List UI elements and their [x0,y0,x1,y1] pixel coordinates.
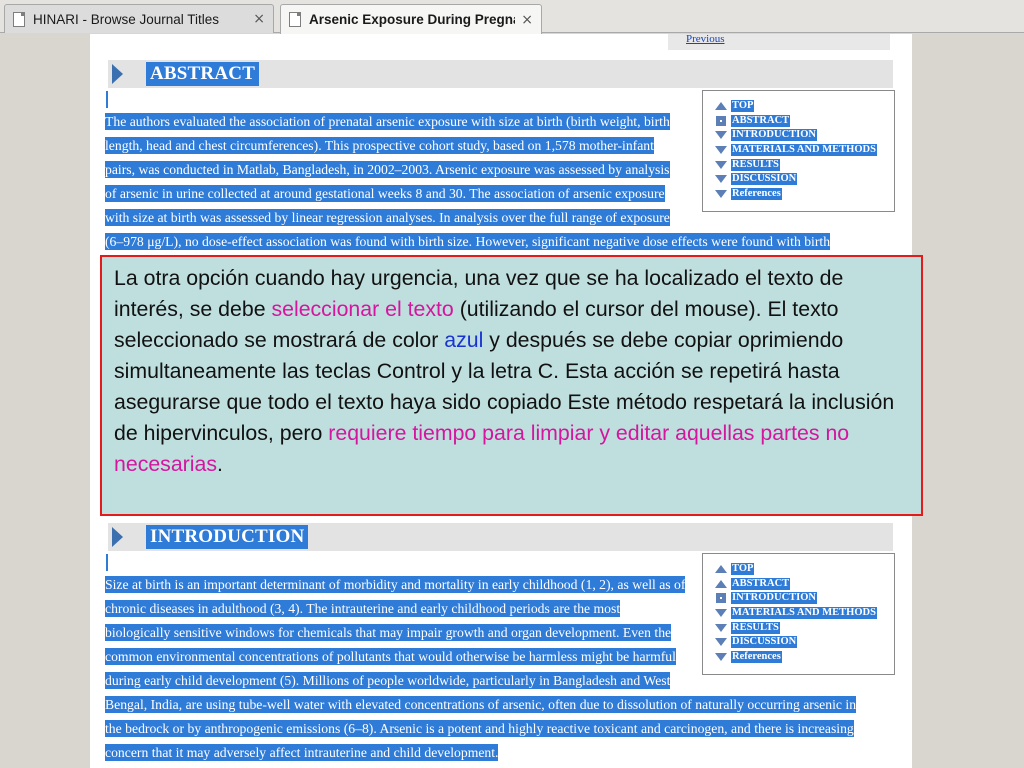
tab-title: HINARI - Browse Journal Titles [33,11,220,27]
section-arrow-icon [112,527,123,547]
arrow-up-icon [715,579,727,589]
text-line: Bengal, India, are using tube-well water… [105,696,857,713]
browser-tab-bar: HINARI - Browse Journal Titles × Arsenic… [0,0,1024,34]
introduction-toc-box: TOP ABSTRACT INTRODUCTION MATERIALS AND … [702,553,895,675]
toc-item-results[interactable]: RESULTS [715,157,894,172]
toc-item-materials[interactable]: MATERIALS AND METHODS [715,606,894,621]
selection-start-marker [106,91,108,108]
arrow-down-icon [715,189,727,199]
close-icon[interactable]: × [253,11,265,27]
toc-item-references[interactable]: References [715,650,894,665]
page-icon [13,11,25,27]
close-icon[interactable]: × [521,12,533,28]
text-line: concern that it may adversely affect int… [105,744,499,761]
toc-item-discussion[interactable]: DISCUSSION [715,172,894,187]
toc-item-materials[interactable]: MATERIALS AND METHODS [715,143,894,158]
arrow-down-icon [715,652,727,662]
previous-link[interactable]: Previous [686,34,725,45]
toc-item-discussion[interactable]: DISCUSSION [715,635,894,650]
abstract-toc-box: TOP ABSTRACT INTRODUCTION MATERIALS AND … [702,90,895,212]
toc-item-references[interactable]: References [715,187,894,202]
arrow-down-icon [715,608,727,618]
introduction-section-header: INTRODUCTION [108,523,893,551]
arrow-down-icon [715,637,727,647]
arrow-up-icon [715,564,727,574]
page-icon [289,12,301,27]
toc-item-introduction[interactable]: INTRODUCTION [715,591,894,606]
arrow-down-icon [715,130,727,140]
callout-highlight-select: seleccionar el texto [271,297,454,321]
tab-hinari-browse[interactable]: HINARI - Browse Journal Titles × [4,4,274,33]
abstract-section-header: ABSTRACT [108,60,893,88]
section-arrow-icon [112,64,123,84]
arrow-down-icon [715,160,727,170]
toc-item-abstract[interactable]: ABSTRACT [715,114,894,129]
section-title: INTRODUCTION [146,525,309,549]
text-line: The authors evaluated the association of… [105,113,670,130]
tab-title: Arsenic Exposure During Pregnan... [309,12,515,27]
arrow-up-icon [715,101,727,111]
arrow-down-icon [715,145,727,155]
callout-highlight-blue: azul [444,328,484,352]
current-section-icon [715,115,727,126]
tab-arsenic-exposure[interactable]: Arsenic Exposure During Pregnan... × [280,4,542,34]
text-line: the bedrock or by anthropogenic emission… [105,720,854,737]
section-title: ABSTRACT [146,62,260,86]
arrow-down-icon [715,623,727,633]
instruction-callout: La otra opción cuando hay urgencia, una … [100,255,923,516]
current-section-icon [715,593,727,604]
selection-start-marker [106,554,108,571]
toc-item-abstract[interactable]: ABSTRACT [715,577,894,592]
toc-item-top[interactable]: TOP [715,562,894,577]
text-line: (6–978 μg/L), no dose-effect association… [105,233,831,250]
arrow-down-icon [715,174,727,184]
toc-item-results[interactable]: RESULTS [715,620,894,635]
toc-item-introduction[interactable]: INTRODUCTION [715,128,894,143]
toc-item-top[interactable]: TOP [715,99,894,114]
callout-text: . [217,452,223,476]
